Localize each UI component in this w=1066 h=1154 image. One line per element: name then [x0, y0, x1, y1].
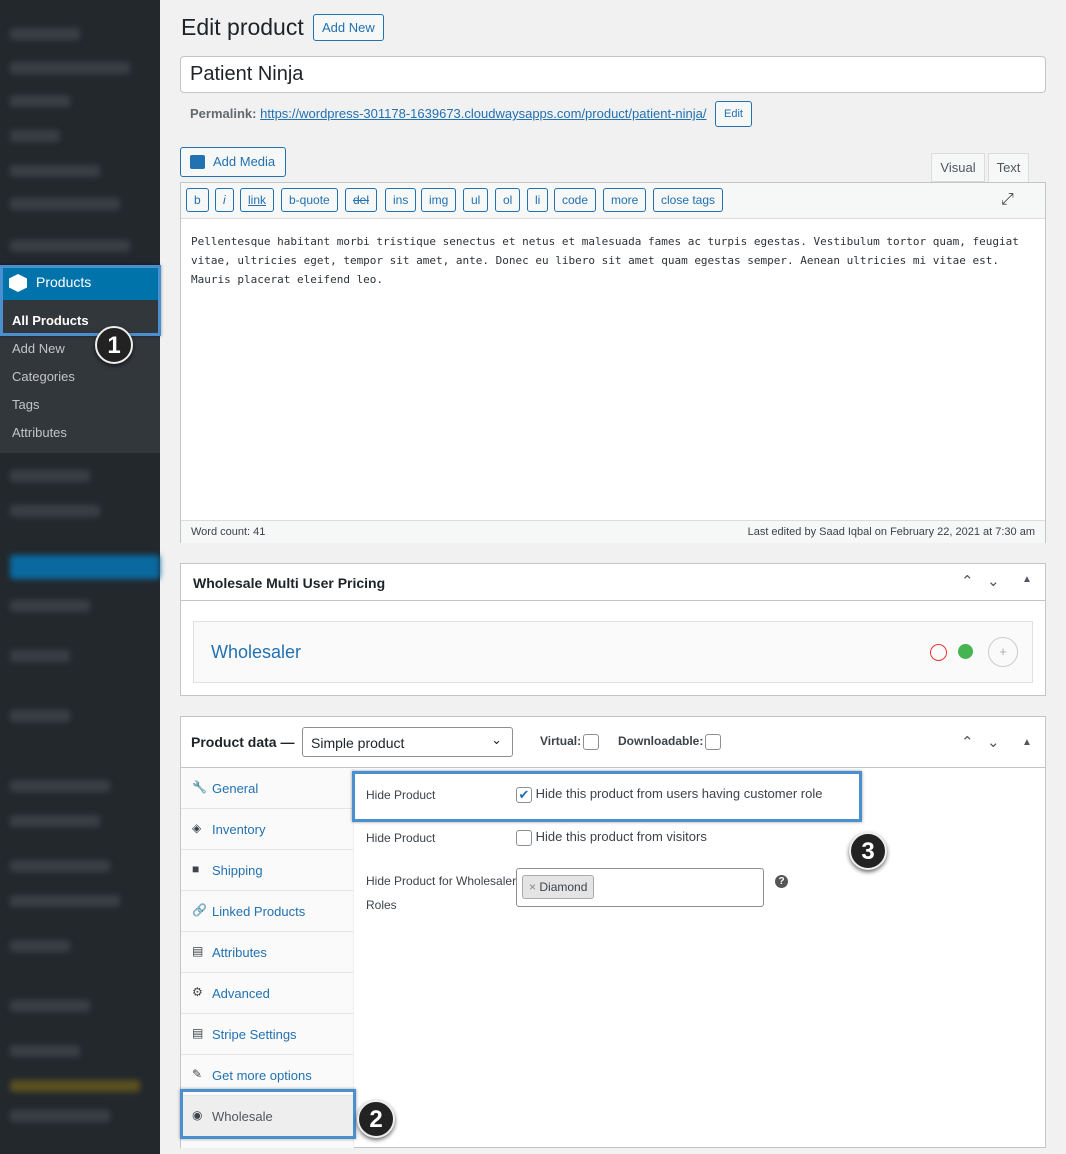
tab-visual[interactable]: Visual: [931, 153, 985, 182]
tab-inventory[interactable]: ◈ Inventory: [181, 809, 353, 850]
add-media-button[interactable]: Add Media: [180, 147, 287, 177]
remove-tag-icon[interactable]: ×: [529, 880, 536, 894]
box-title: Wholesale Multi User Pricing: [193, 575, 386, 591]
green-dot-icon: [958, 644, 973, 659]
qt-link[interactable]: link: [240, 188, 275, 212]
media-icon: [190, 155, 205, 169]
hide-visitors-field: Hide this product from visitors: [516, 829, 707, 846]
toggle-icon[interactable]: ▲: [1022, 574, 1032, 585]
qt-ol[interactable]: ol: [495, 188, 521, 212]
add-new-button[interactable]: Add New: [313, 14, 384, 41]
highlight-box-1: [0, 265, 161, 336]
move-up-icon[interactable]: ⌃: [961, 572, 974, 590]
submenu-tags[interactable]: Tags: [12, 397, 39, 412]
hide-visitors-checkbox[interactable]: [516, 829, 532, 846]
virtual-checkbox[interactable]: [583, 734, 600, 750]
hide-visitors-label: Hide Product: [366, 831, 436, 845]
qt-img[interactable]: img: [421, 188, 457, 212]
admin-sidebar: Products All Products Add New Categories…: [0, 0, 160, 1154]
role-row: Wholesaler +: [193, 621, 1033, 683]
downloadable-checkbox[interactable]: [705, 734, 722, 750]
submenu-categories[interactable]: Categories: [12, 369, 75, 384]
wrench-icon: 🔧: [192, 780, 207, 794]
plug-icon: ✎: [192, 1067, 203, 1081]
tab-general[interactable]: 🔧 General: [181, 768, 353, 809]
tag-icon: ◈: [192, 821, 202, 835]
roles-label: Hide Product for Wholesaler: [366, 874, 517, 888]
downloadable-label: Downloadable:: [618, 734, 722, 750]
qt-close-tags[interactable]: close tags: [653, 188, 724, 212]
permalink-link[interactable]: https://wordpress-301178-1639673.cloudwa…: [260, 106, 706, 121]
red-circle-icon[interactable]: [930, 644, 947, 661]
permalink-label: Permalink:: [190, 106, 257, 121]
virtual-label: Virtual:: [540, 734, 600, 750]
list-icon: ▤: [192, 944, 204, 958]
tab-text[interactable]: Text: [988, 153, 1029, 183]
help-icon[interactable]: ?: [775, 875, 788, 888]
submenu-add-new[interactable]: Add New: [12, 341, 65, 356]
highlight-box-2: [180, 1089, 356, 1139]
list-icon: ▤: [192, 1026, 204, 1040]
qt-b[interactable]: b: [186, 188, 209, 212]
gear-icon: ⚙: [192, 985, 203, 999]
highlight-box-3: [352, 771, 862, 822]
wholesale-pricing-box: Wholesale Multi User Pricing ⌃ ⌄ ▲ Whole…: [180, 563, 1046, 696]
permalink-edit-button[interactable]: Edit: [715, 101, 752, 127]
editor-box: ⤢ Pellentesque habitant morbi tristique …: [180, 182, 1046, 543]
chevron-down-icon: ⌄: [491, 732, 502, 747]
fullscreen-icon[interactable]: ⤢: [1001, 191, 1014, 209]
status-bar: Word count: 41 Last edited by Saad Iqbal…: [181, 520, 1045, 543]
permalink: Permalink: https://wordpress-301178-1639…: [190, 106, 706, 121]
roles-label-2: Roles: [366, 898, 397, 912]
roles-select[interactable]: × Diamond: [516, 868, 764, 907]
role-name[interactable]: Wholesaler: [211, 642, 301, 663]
add-media-label: Add Media: [213, 154, 276, 169]
qt-i[interactable]: i: [215, 188, 234, 212]
product-title-input[interactable]: Patient Ninja: [180, 56, 1046, 93]
toggle-icon[interactable]: ▲: [1022, 737, 1032, 748]
truck-icon: ■: [192, 862, 200, 876]
tab-attributes[interactable]: ▤ Attributes: [181, 932, 353, 973]
submenu-attributes[interactable]: Attributes: [12, 425, 67, 440]
product-type-value: Simple product: [311, 735, 405, 751]
qt-del[interactable]: del: [345, 188, 378, 212]
qt-ins[interactable]: ins: [385, 188, 417, 212]
add-icon[interactable]: +: [988, 637, 1018, 667]
step-badge-1: 1: [95, 326, 133, 364]
move-down-icon[interactable]: ⌄: [987, 572, 1000, 590]
move-down-icon[interactable]: ⌄: [987, 733, 1000, 751]
qt-ul[interactable]: ul: [463, 188, 489, 212]
word-count: Word count: 41: [191, 526, 266, 538]
tab-advanced[interactable]: ⚙ Advanced: [181, 973, 353, 1014]
qt-li[interactable]: li: [527, 188, 549, 212]
last-edited: Last edited by Saad Iqbal on February 22…: [747, 526, 1035, 538]
step-badge-2: 2: [357, 1100, 395, 1138]
tab-linked-products[interactable]: 🔗 Linked Products: [181, 891, 353, 932]
step-badge-3: 3: [849, 832, 887, 870]
product-type-select[interactable]: Simple product ⌄: [302, 727, 513, 757]
move-up-icon[interactable]: ⌃: [961, 733, 974, 751]
page-title: Edit product: [181, 14, 304, 40]
tab-stripe-settings[interactable]: ▤ Stripe Settings: [181, 1014, 353, 1055]
editor-textarea[interactable]: Pellentesque habitant morbi tristique se…: [191, 232, 1037, 289]
role-tag: × Diamond: [522, 875, 595, 899]
qt-code[interactable]: code: [554, 188, 597, 212]
qt-bquote[interactable]: b-quote: [281, 188, 338, 212]
product-data-title: Product data —: [191, 734, 295, 750]
link-icon: 🔗: [192, 903, 207, 917]
qt-more[interactable]: more: [603, 188, 647, 212]
tab-shipping[interactable]: ■ Shipping: [181, 850, 353, 891]
